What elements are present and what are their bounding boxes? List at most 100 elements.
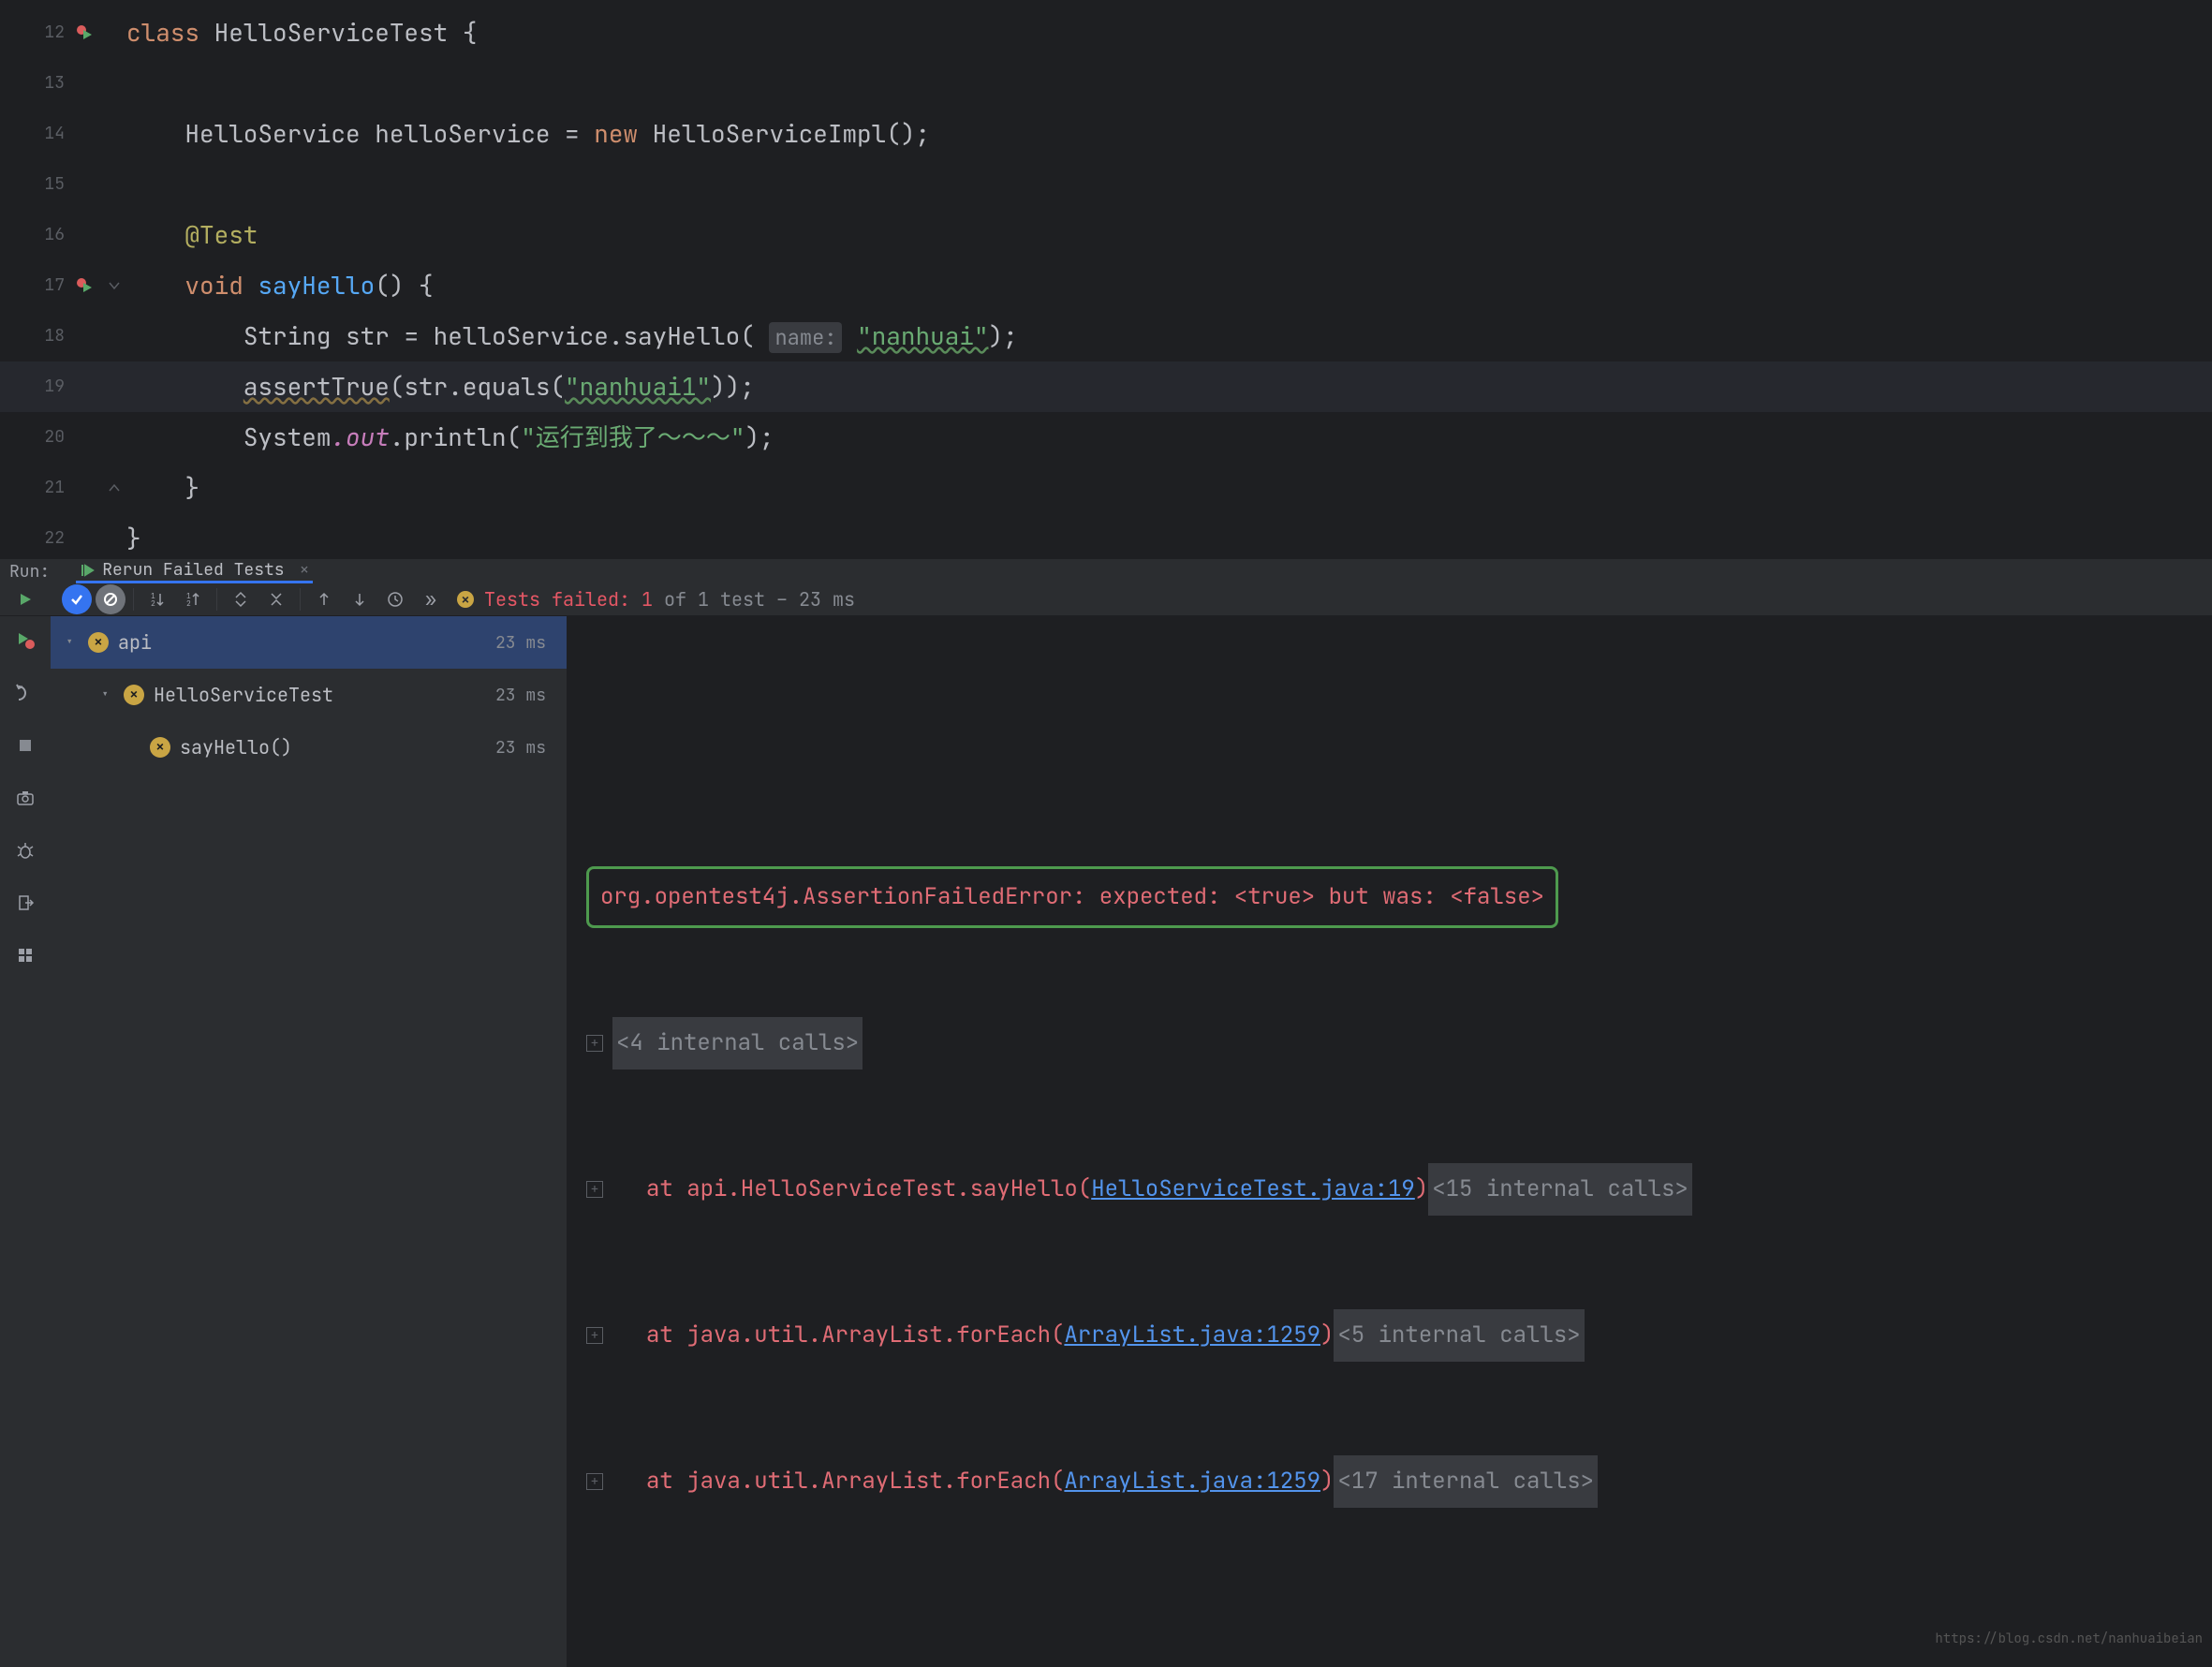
tree-item-time: 23 ms <box>495 685 546 706</box>
line-number: 16 <box>44 224 65 245</box>
parameter-hint: name: <box>769 322 842 353</box>
gutter-line[interactable]: 13 <box>0 58 98 109</box>
sort-duration-button[interactable]: 12 <box>177 583 209 615</box>
console-line: org.opentest4j.AssertionFailedError: exp… <box>586 873 2193 922</box>
stack-link[interactable]: ArrayList.java:1259 <box>1064 1311 1320 1360</box>
line-number: 22 <box>44 527 65 549</box>
gutter-line[interactable]: 14 <box>0 109 98 159</box>
line-number: 20 <box>44 426 65 448</box>
console-line: + at java.util.ArrayList.forEach(ArrayLi… <box>586 1457 2193 1506</box>
gutter-line[interactable]: 15 <box>0 159 98 210</box>
expand-icon[interactable]: + <box>586 1473 603 1490</box>
screenshot-button[interactable] <box>8 781 42 815</box>
code-line: } <box>98 513 2212 564</box>
test-tree-row[interactable]: ▾ ✕ HelloServiceTest 23 ms <box>51 669 567 721</box>
code-line: System.out.println("运行到我了～～～"); <box>98 412 2212 463</box>
watermark: https://blog.csdn.net/nanhuaibeian <box>1935 1615 2203 1663</box>
internal-calls-badge: <4 internal calls> <box>612 1017 863 1070</box>
console-output[interactable]: org.opentest4j.AssertionFailedError: exp… <box>568 616 2212 1667</box>
stack-at: at api.HelloServiceTest.sayHello( <box>646 1165 1091 1214</box>
tree-item-time: 23 ms <box>495 632 546 654</box>
assertion-error-line: org.opentest4j.AssertionFailedError: exp… <box>586 866 1558 928</box>
prev-failed-button[interactable] <box>308 583 340 615</box>
stack-link[interactable]: ArrayList.java:1259 <box>1064 1457 1320 1506</box>
test-tree-row[interactable]: ✕ sayHello() 23 ms <box>51 721 567 774</box>
run-test-icon[interactable] <box>76 24 93 41</box>
failed-status-icon: ✕ <box>456 590 475 609</box>
layout-button[interactable] <box>8 938 42 972</box>
code-line: assertTrue(str.equals("nanhuai1")); <box>98 361 2212 412</box>
fold-icon[interactable] <box>108 481 121 494</box>
gutter-line[interactable]: 16 <box>0 210 98 260</box>
code-line: class HelloServiceTest { <box>98 7 2212 58</box>
run-button[interactable] <box>9 583 41 615</box>
test-history-button[interactable] <box>379 583 411 615</box>
rerun-failed-button[interactable] <box>8 624 42 657</box>
internal-calls-badge: <5 internal calls> <box>1334 1309 1584 1362</box>
stack-link[interactable]: HelloServiceTest.java:19 <box>1091 1165 1415 1214</box>
code-line: HelloService helloService = new HelloSer… <box>98 109 2212 159</box>
console-line: + <4 internal calls> <box>586 1019 2193 1068</box>
gutter-line[interactable]: 18 <box>0 311 98 361</box>
stack-at: at java.util.ArrayList.forEach( <box>646 1311 1064 1360</box>
expand-icon[interactable]: + <box>586 1327 603 1344</box>
console-line: + at api.HelloServiceTest.sayHello(Hello… <box>586 1165 2193 1214</box>
gutter-line[interactable]: 19 <box>0 361 98 412</box>
sort-alpha-button[interactable]: 12 <box>141 583 173 615</box>
editor-gutter: 12 13 14 15 16 17 18 19 20 21 22 <box>0 0 98 558</box>
run-test-icon[interactable] <box>76 277 93 294</box>
code-area[interactable]: class HelloServiceTest { HelloService he… <box>98 0 2212 558</box>
test-fail-icon: ✕ <box>124 685 144 705</box>
next-failed-button[interactable] <box>344 583 376 615</box>
internal-calls-badge: <17 internal calls> <box>1334 1455 1598 1508</box>
stop-button[interactable] <box>8 729 42 762</box>
code-line: } <box>98 463 2212 513</box>
code-line: void sayHello() { <box>98 260 2212 311</box>
line-number: 18 <box>44 325 65 347</box>
line-number: 13 <box>44 72 65 94</box>
separator <box>133 588 134 611</box>
run-left-rail <box>0 616 51 1667</box>
show-ignored-toggle[interactable] <box>96 584 125 614</box>
chevron-down-icon[interactable]: ▾ <box>66 634 79 651</box>
console-line: + at java.util.ArrayList.forEach(ArrayLi… <box>586 1311 2193 1360</box>
code-line <box>98 159 2212 210</box>
line-number: 14 <box>44 123 65 144</box>
internal-calls-badge: <15 internal calls> <box>1428 1163 1692 1216</box>
expand-all-button[interactable] <box>225 583 257 615</box>
test-tree-row[interactable]: ▾ ✕ api 23 ms <box>51 616 567 669</box>
line-number: 19 <box>44 376 65 397</box>
code-editor[interactable]: 12 13 14 15 16 17 18 19 20 21 22 <box>0 0 2212 558</box>
more-button[interactable]: » <box>415 583 447 615</box>
gutter-line[interactable]: 21 <box>0 463 98 513</box>
separator <box>216 588 217 611</box>
gutter-line[interactable]: 12 <box>0 7 98 58</box>
test-status-text: Tests failed: 1 of 1 test – 23 ms <box>484 587 855 612</box>
chevron-down-icon[interactable]: ▾ <box>101 686 114 703</box>
code-line: String str = helloService.sayHello( name… <box>98 311 2212 361</box>
expand-icon[interactable]: + <box>586 1035 603 1052</box>
code-line: @Test <box>98 210 2212 260</box>
toggle-auto-test-button[interactable] <box>8 676 42 710</box>
rerun-icon <box>80 563 95 578</box>
expand-icon[interactable]: + <box>586 1181 603 1198</box>
collapse-all-button[interactable] <box>260 583 292 615</box>
tree-item-label: sayHello() <box>180 735 292 760</box>
svg-text:2: 2 <box>186 599 191 608</box>
gutter-line[interactable]: 20 <box>0 412 98 463</box>
tree-item-time: 23 ms <box>495 737 546 759</box>
line-number: 17 <box>44 274 65 296</box>
tree-item-label: api <box>118 630 152 655</box>
separator <box>300 588 301 611</box>
exit-button[interactable] <box>8 886 42 920</box>
debug-button[interactable] <box>8 834 42 867</box>
gutter-line[interactable]: 17 <box>0 260 98 311</box>
tree-item-label: HelloServiceTest <box>154 683 333 707</box>
line-number: 21 <box>44 477 65 498</box>
test-tree[interactable]: ▾ ✕ api 23 ms ▾ ✕ HelloServiceTest 23 ms… <box>51 616 568 1667</box>
stack-at: at java.util.ArrayList.forEach( <box>646 1457 1064 1506</box>
show-passed-toggle[interactable] <box>62 584 92 614</box>
svg-text:2: 2 <box>151 599 155 608</box>
fold-icon[interactable] <box>108 279 121 292</box>
gutter-line[interactable]: 22 <box>0 513 98 564</box>
